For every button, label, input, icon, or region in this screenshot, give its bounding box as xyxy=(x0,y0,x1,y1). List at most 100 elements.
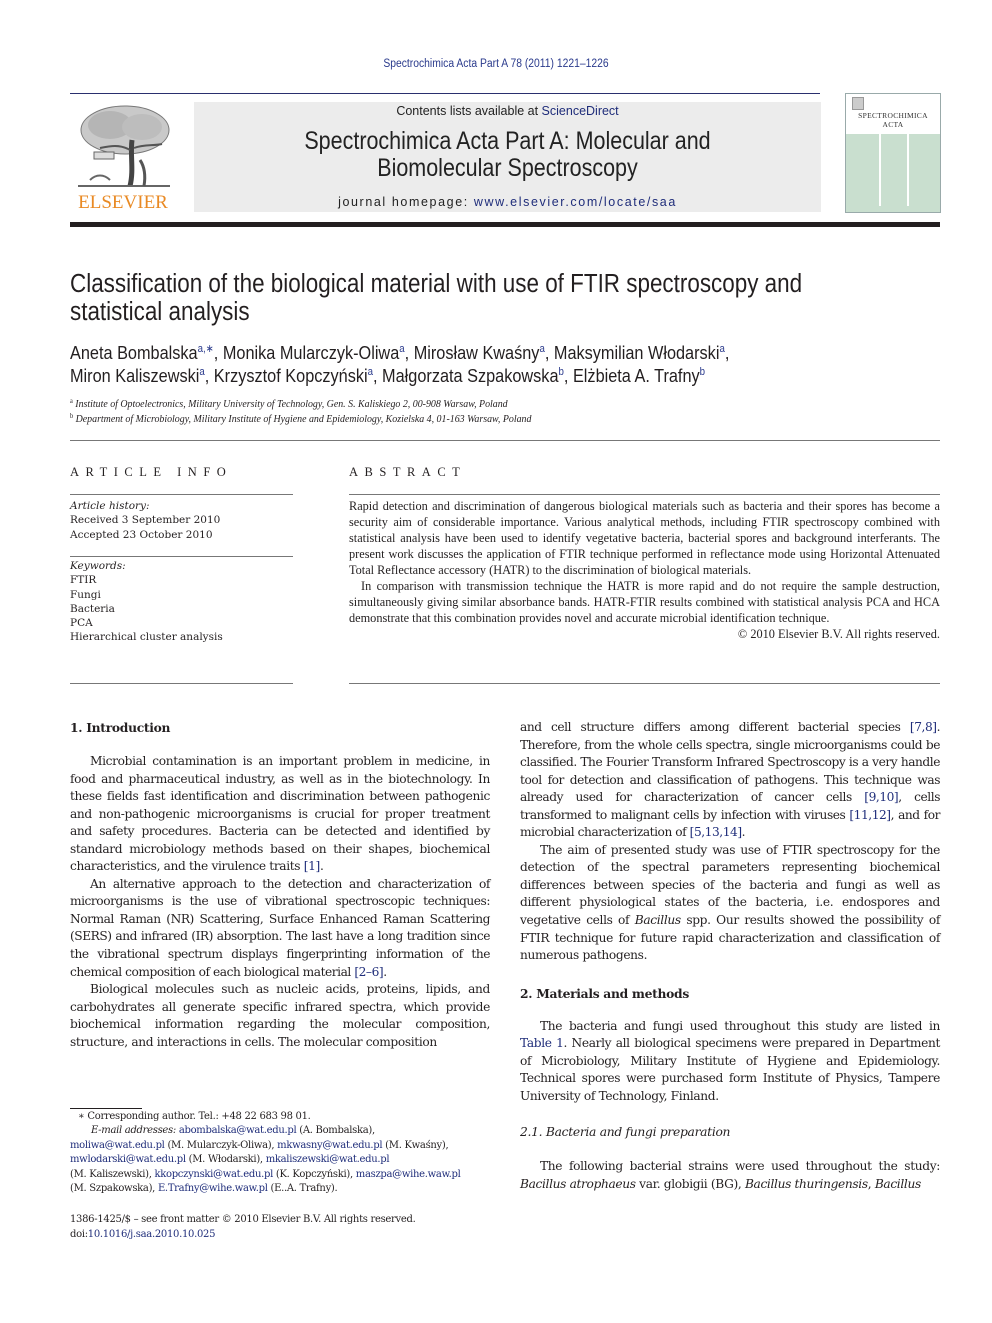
author-separator: , xyxy=(563,365,573,386)
body-paragraph: The following bacterial strains were use… xyxy=(520,1158,940,1193)
author-name[interactable]: Mirosław Kwaśny xyxy=(414,342,540,363)
article-title: Classification of the biological materia… xyxy=(70,270,827,326)
received-date: Received 3 September 2010 xyxy=(70,514,221,527)
email-link[interactable]: kkopczynski@wat.edu.pl xyxy=(154,1169,273,1180)
divider xyxy=(70,556,293,557)
paragraph-text: An alternative approach to the detection… xyxy=(70,876,490,979)
masthead-rule xyxy=(70,222,940,227)
author-separator: , xyxy=(373,365,383,386)
journal-masthead: Contents lists available at ScienceDirec… xyxy=(194,102,821,212)
divider xyxy=(349,683,940,684)
keywords-label: Keywords: xyxy=(70,560,126,572)
email-owner: (M. Kaliszewski), xyxy=(70,1168,155,1180)
abstract-paragraph: Rapid detection and discrimination of da… xyxy=(349,499,940,577)
email-link[interactable]: E.Trafny@wihe.waw.pl xyxy=(158,1183,268,1194)
journal-cover-thumbnail[interactable]: SPECTROCHIMICA ACTA xyxy=(845,93,941,213)
email-owner: (A. Bombalska), xyxy=(296,1125,375,1137)
article-info-heading: ARTICLE INFO xyxy=(70,465,233,479)
header-rule xyxy=(70,93,820,94)
journal-title-line: Spectrochimica Acta Part A: Molecular an… xyxy=(304,127,711,155)
article-title-line: Classification of the biological materia… xyxy=(70,270,803,298)
sciencedirect-link[interactable]: ScienceDirect xyxy=(542,104,619,118)
email-line: moliwa@wat.edu.pl (M. Mularczyk-Oliwa), … xyxy=(70,1139,500,1153)
citation-link[interactable]: [5,13,14] xyxy=(690,825,742,839)
affiliation-key: b xyxy=(70,412,74,420)
front-matter: 1386-1425/$ – see front matter © 2010 El… xyxy=(70,1212,500,1242)
paragraph-text: , xyxy=(867,1176,875,1191)
affiliation-text: Institute of Optoelectronics, Military U… xyxy=(75,398,508,410)
email-link[interactable]: maszpa@wihe.waw.pl xyxy=(356,1169,461,1180)
citation-link[interactable]: [11,12] xyxy=(849,808,891,822)
author-separator: , xyxy=(724,342,730,363)
corresponding-author-note: ∗ Corresponding author. Tel.: +48 22 683… xyxy=(78,1111,311,1122)
divider xyxy=(70,683,293,684)
email-addresses: E-mail addresses: abombalska@wat.edu.pl … xyxy=(70,1124,500,1138)
email-label: E-mail addresses: xyxy=(91,1125,176,1137)
author-name[interactable]: Maksymilian Włodarski xyxy=(554,342,720,363)
email-owner: (M. Szpakowska), xyxy=(70,1183,158,1195)
paragraph-text: var. globigii (BG), xyxy=(635,1176,745,1191)
author-affiliation-mark[interactable]: b xyxy=(700,366,705,378)
body-paragraph: The bacteria and fungi used throughout t… xyxy=(520,1018,940,1106)
divider xyxy=(70,494,293,495)
abstract-paragraph: In comparison with transmission techniqu… xyxy=(349,579,940,625)
keyword: Fungi xyxy=(70,588,101,601)
species-name: Bacillus thuringensis xyxy=(744,1176,868,1191)
email-link[interactable]: mkaliszewski@wat.edu.pl xyxy=(266,1154,390,1165)
cover-stripe xyxy=(907,134,909,206)
body-column-left: 1. Introduction Microbial contamination … xyxy=(70,719,490,1051)
author-name[interactable]: Miron Kaliszewski xyxy=(70,365,199,386)
email-link[interactable]: abombalska@wat.edu.pl xyxy=(179,1125,297,1136)
abstract-heading: ABSTRACT xyxy=(349,465,467,479)
citation-link[interactable]: [2–6] xyxy=(354,965,383,979)
author-name[interactable]: Elżbieta A. Trafny xyxy=(573,365,700,386)
body-paragraph: Biological molecules such as nucleic aci… xyxy=(70,982,490,1049)
email-link[interactable]: mkwasny@wat.edu.pl xyxy=(277,1140,382,1151)
doi-prefix: doi: xyxy=(70,1229,88,1240)
email-link[interactable]: moliwa@wat.edu.pl xyxy=(70,1140,165,1151)
divider xyxy=(349,494,940,495)
citation-link[interactable]: [9,10] xyxy=(864,790,898,804)
species-name: Bacillus xyxy=(634,913,681,928)
author-name[interactable]: Krzysztof Kopczyński xyxy=(214,365,368,386)
doi-link[interactable]: 10.1016/j.saa.2010.10.025 xyxy=(88,1229,216,1240)
cover-title-line: SPECTROCHIMICA xyxy=(858,111,928,120)
body-paragraph: and cell structure differs among differe… xyxy=(520,720,941,840)
citation-link[interactable]: [1] xyxy=(304,859,321,873)
paragraph-text: Microbial contamination is an important … xyxy=(70,754,490,874)
journal-title: Spectrochimica Acta Part A: Molecular an… xyxy=(238,128,777,182)
body-paragraph: Microbial contamination is an important … xyxy=(70,754,490,874)
abstract-body: Rapid detection and discrimination of da… xyxy=(349,498,940,642)
email-link[interactable]: mwlodarski@wat.edu.pl xyxy=(70,1154,186,1165)
elsevier-tree-icon xyxy=(78,105,170,187)
body-paragraph: The aim of presented study was use of FT… xyxy=(520,842,940,965)
author-list: Aneta Bombalskaa,∗, Monika Mularczyk-Oli… xyxy=(70,341,844,387)
article-title-line: statistical analysis xyxy=(70,298,250,326)
table-link[interactable]: Table 1 xyxy=(520,1036,564,1050)
abstract-copyright: © 2010 Elsevier B.V. All rights reserved… xyxy=(737,627,940,641)
paragraph-text: and cell structure differs among differe… xyxy=(520,720,910,734)
journal-homepage-link[interactable]: www.elsevier.com/locate/saa xyxy=(474,195,677,209)
keyword: PCA xyxy=(70,617,93,630)
cover-title-line: ACTA xyxy=(882,120,904,129)
cover-header: SPECTROCHIMICA ACTA xyxy=(846,94,940,134)
accepted-date: Accepted 23 October 2010 xyxy=(70,528,213,541)
author-name[interactable]: Małgorzata Szpakowska xyxy=(382,365,558,386)
email-owner: (M. Kwaśny), xyxy=(382,1139,449,1151)
author-line: Aneta Bombalskaa,∗, Monika Mularczyk-Oli… xyxy=(70,341,844,364)
running-head[interactable]: Spectrochimica Acta Part A 78 (2011) 122… xyxy=(50,58,943,70)
section-heading-methods: 2. Materials and methods xyxy=(520,985,689,1001)
elsevier-logo[interactable]: ELSEVIER xyxy=(70,100,176,214)
author-separator: , xyxy=(544,342,554,363)
subsection-heading: 2.1. Bacteria and fungi preparation xyxy=(520,1125,731,1140)
citation-link[interactable]: [7,8] xyxy=(910,720,937,734)
author-name[interactable]: Aneta Bombalska xyxy=(70,342,198,363)
body-paragraph: An alternative approach to the detection… xyxy=(70,876,490,979)
author-name[interactable]: Monika Mularczyk-Oliwa xyxy=(223,342,399,363)
affiliation-key: a xyxy=(70,397,73,405)
section-heading-introduction: 1. Introduction xyxy=(70,720,171,735)
keyword: Bacteria xyxy=(70,602,115,615)
author-affiliation-mark[interactable]: a,∗ xyxy=(198,343,214,355)
species-name: Bacillus xyxy=(874,1176,921,1191)
doi-line: doi:10.1016/j.saa.2010.10.025 xyxy=(70,1227,500,1242)
